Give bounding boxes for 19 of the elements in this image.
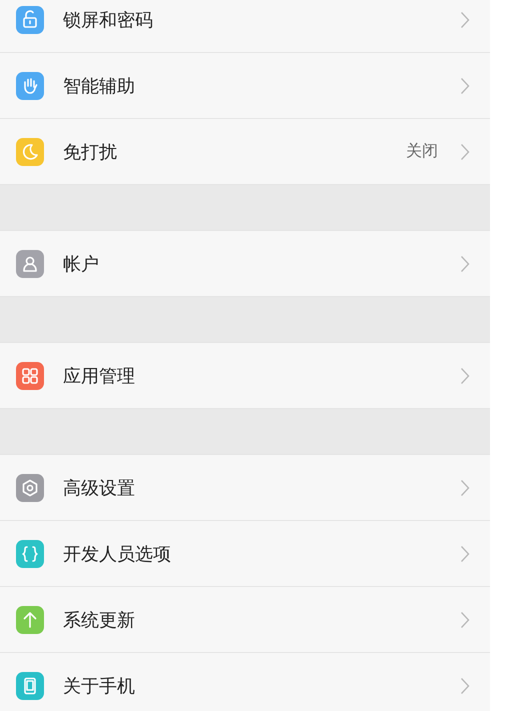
item-label: 应用管理: [63, 364, 136, 388]
chevron-icon: [460, 610, 470, 628]
item-label: 锁屏和密码: [63, 8, 154, 32]
item-label: 免打扰: [63, 140, 118, 164]
item-label: 智能辅助: [63, 74, 136, 98]
chevron-icon: [460, 10, 470, 28]
item-value: 关闭: [406, 141, 438, 162]
item-label: 系统更新: [63, 608, 136, 632]
chevron-icon: [460, 366, 470, 384]
chevron-icon: [460, 142, 470, 160]
item-label: 关于手机: [63, 674, 136, 698]
chevron-icon: [460, 676, 470, 694]
item-label: 帐户: [63, 252, 100, 276]
chevron-icon: [460, 544, 470, 562]
item-label: 开发人员选项: [63, 542, 172, 566]
chevron-icon: [460, 478, 470, 496]
item-label: 高级设置: [63, 476, 136, 500]
chevron-icon: [460, 254, 470, 272]
chevron-icon: [460, 76, 470, 94]
